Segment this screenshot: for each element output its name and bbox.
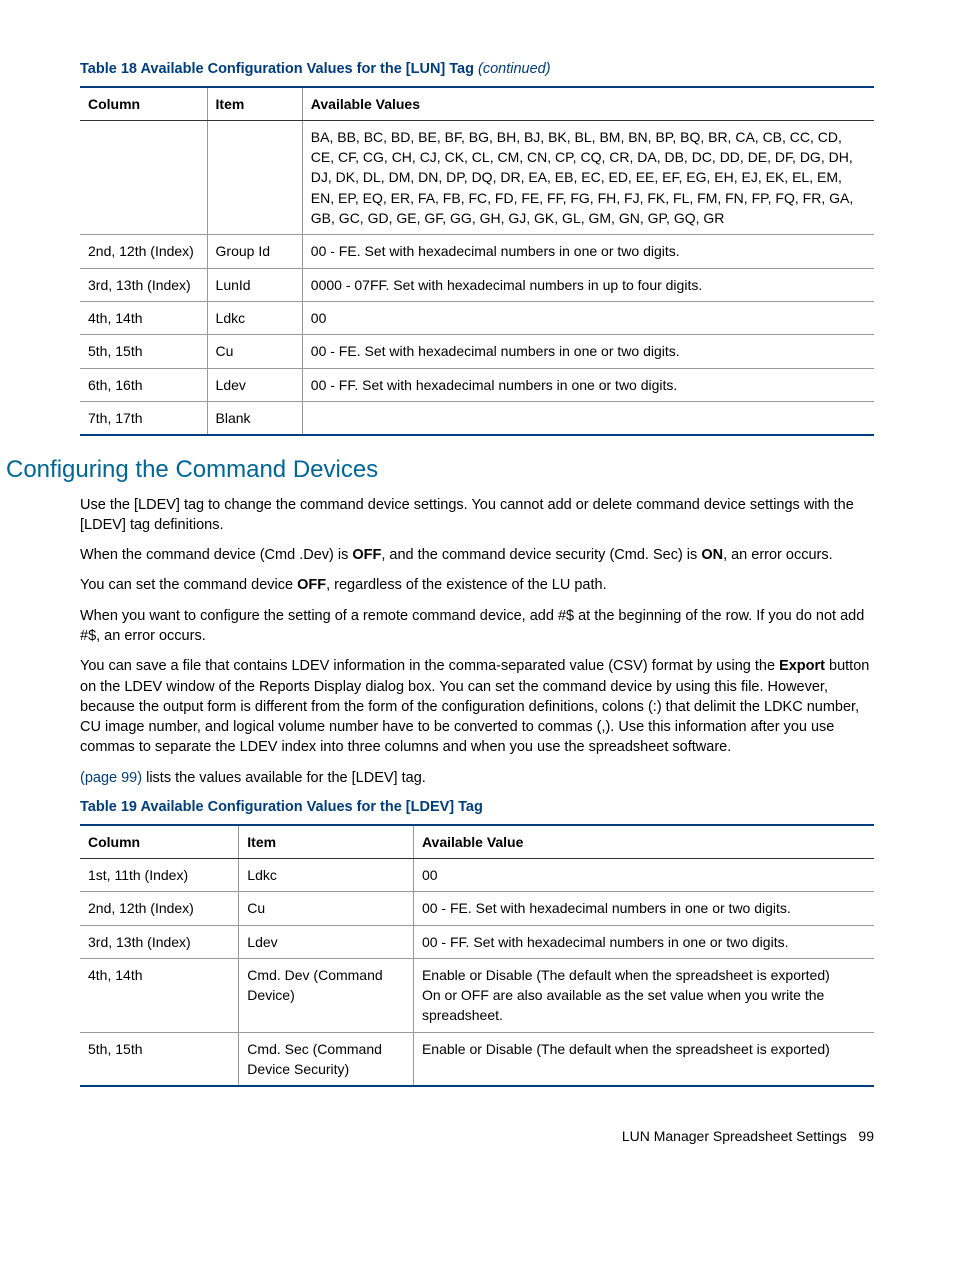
cell: 3rd, 13th (Index) — [80, 925, 239, 958]
table18-title-text: Table 18 Available Configuration Values … — [80, 61, 478, 77]
table19-title: Table 19 Available Configuration Values … — [80, 798, 874, 818]
table18-title: Table 18 Available Configuration Values … — [80, 60, 874, 80]
cell: 5th, 15th — [80, 1032, 239, 1086]
cell: 00 - FF. Set with hexadecimal numbers in… — [413, 925, 874, 958]
table-row: 2nd, 12th (Index) Cu 00 - FE. Set with h… — [80, 892, 874, 925]
table18-header-column: Column — [80, 87, 207, 121]
cell: 6th, 16th — [80, 368, 207, 401]
cell: 4th, 14th — [80, 301, 207, 334]
page-footer: LUN Manager Spreadsheet Settings 99 — [80, 1127, 874, 1146]
paragraph: Use the [LDEV] tag to change the command… — [80, 495, 874, 536]
text: , and the command device security (Cmd. … — [381, 547, 701, 563]
cell: Ldkc — [239, 858, 414, 891]
table-row: 3rd, 13th (Index) LunId 0000 - 07FF. Set… — [80, 268, 874, 301]
table-row: 6th, 16th Ldev 00 - FF. Set with hexadec… — [80, 368, 874, 401]
table-row: 2nd, 12th (Index) Group Id 00 - FE. Set … — [80, 235, 874, 268]
footer-text: LUN Manager Spreadsheet Settings — [622, 1128, 847, 1144]
paragraph: You can set the command device OFF, rega… — [80, 575, 874, 595]
cell: Ldev — [239, 925, 414, 958]
table19-header-value: Available Value — [413, 825, 874, 859]
text: You can set the command device — [80, 577, 297, 593]
cell: Ldkc — [207, 301, 302, 334]
table18-continued: (continued) — [478, 61, 551, 77]
cell: 4th, 14th — [80, 958, 239, 1032]
text: When the command device (Cmd .Dev) is — [80, 547, 352, 563]
cell: Cu — [239, 892, 414, 925]
cell: 00 - FE. Set with hexadecimal numbers in… — [413, 892, 874, 925]
table-row: 5th, 15th Cmd. Sec (Command Device Secur… — [80, 1032, 874, 1086]
table19-header-column: Column — [80, 825, 239, 859]
paragraph: (page 99) lists the values available for… — [80, 768, 874, 788]
cell: 00 - FE. Set with hexadecimal numbers in… — [302, 335, 874, 368]
cell: Enable or Disable (The default when the … — [413, 1032, 874, 1086]
cell: Cmd. Dev (Command Device) — [239, 958, 414, 1032]
section-heading: Configuring the Command Devices — [6, 454, 874, 486]
cell: Group Id — [207, 235, 302, 268]
bold-text: Export — [779, 658, 825, 674]
cell: 00 — [413, 858, 874, 891]
table-row: 4th, 14th Ldkc 00 — [80, 301, 874, 334]
cell: 1st, 11th (Index) — [80, 858, 239, 891]
text: , an error occurs. — [723, 547, 833, 563]
cell: LunId — [207, 268, 302, 301]
table-row: 3rd, 13th (Index) Ldev 00 - FF. Set with… — [80, 925, 874, 958]
text: You can save a file that contains LDEV i… — [80, 658, 779, 674]
cell — [80, 120, 207, 234]
text: lists the values available for the [LDEV… — [142, 770, 426, 786]
cell — [302, 401, 874, 435]
bold-text: ON — [701, 547, 723, 563]
cell: Ldev — [207, 368, 302, 401]
paragraph: You can save a file that contains LDEV i… — [80, 656, 874, 757]
table18-header-item: Item — [207, 87, 302, 121]
cell: Blank — [207, 401, 302, 435]
cell: 5th, 15th — [80, 335, 207, 368]
cell — [207, 120, 302, 234]
table-row: BA, BB, BC, BD, BE, BF, BG, BH, BJ, BK, … — [80, 120, 874, 234]
cell: Enable or Disable (The default when the … — [413, 958, 874, 1032]
cell: 00 - FF. Set with hexadecimal numbers in… — [302, 368, 874, 401]
cell: BA, BB, BC, BD, BE, BF, BG, BH, BJ, BK, … — [302, 120, 874, 234]
table18-header-values: Available Values — [302, 87, 874, 121]
page-reference-link[interactable]: (page 99) — [80, 770, 142, 786]
cell: 2nd, 12th (Index) — [80, 892, 239, 925]
cell: 00 - FE. Set with hexadecimal numbers in… — [302, 235, 874, 268]
paragraph: When the command device (Cmd .Dev) is OF… — [80, 545, 874, 565]
cell: 3rd, 13th (Index) — [80, 268, 207, 301]
text: , regardless of the existence of the LU … — [326, 577, 607, 593]
bold-text: OFF — [297, 577, 326, 593]
paragraph: When you want to configure the setting o… — [80, 606, 874, 647]
cell: Cu — [207, 335, 302, 368]
bold-text: OFF — [352, 547, 381, 563]
table19: Column Item Available Value 1st, 11th (I… — [80, 824, 874, 1088]
cell: 7th, 17th — [80, 401, 207, 435]
table-row: 1st, 11th (Index) Ldkc 00 — [80, 858, 874, 891]
table-row: 7th, 17th Blank — [80, 401, 874, 435]
table19-header-item: Item — [239, 825, 414, 859]
table18: Column Item Available Values BA, BB, BC,… — [80, 86, 874, 437]
cell: Cmd. Sec (Command Device Security) — [239, 1032, 414, 1086]
table-row: 5th, 15th Cu 00 - FE. Set with hexadecim… — [80, 335, 874, 368]
table-row: 4th, 14th Cmd. Dev (Command Device) Enab… — [80, 958, 874, 1032]
cell: 0000 - 07FF. Set with hexadecimal number… — [302, 268, 874, 301]
page-number: 99 — [858, 1128, 874, 1144]
cell: 2nd, 12th (Index) — [80, 235, 207, 268]
cell: 00 — [302, 301, 874, 334]
